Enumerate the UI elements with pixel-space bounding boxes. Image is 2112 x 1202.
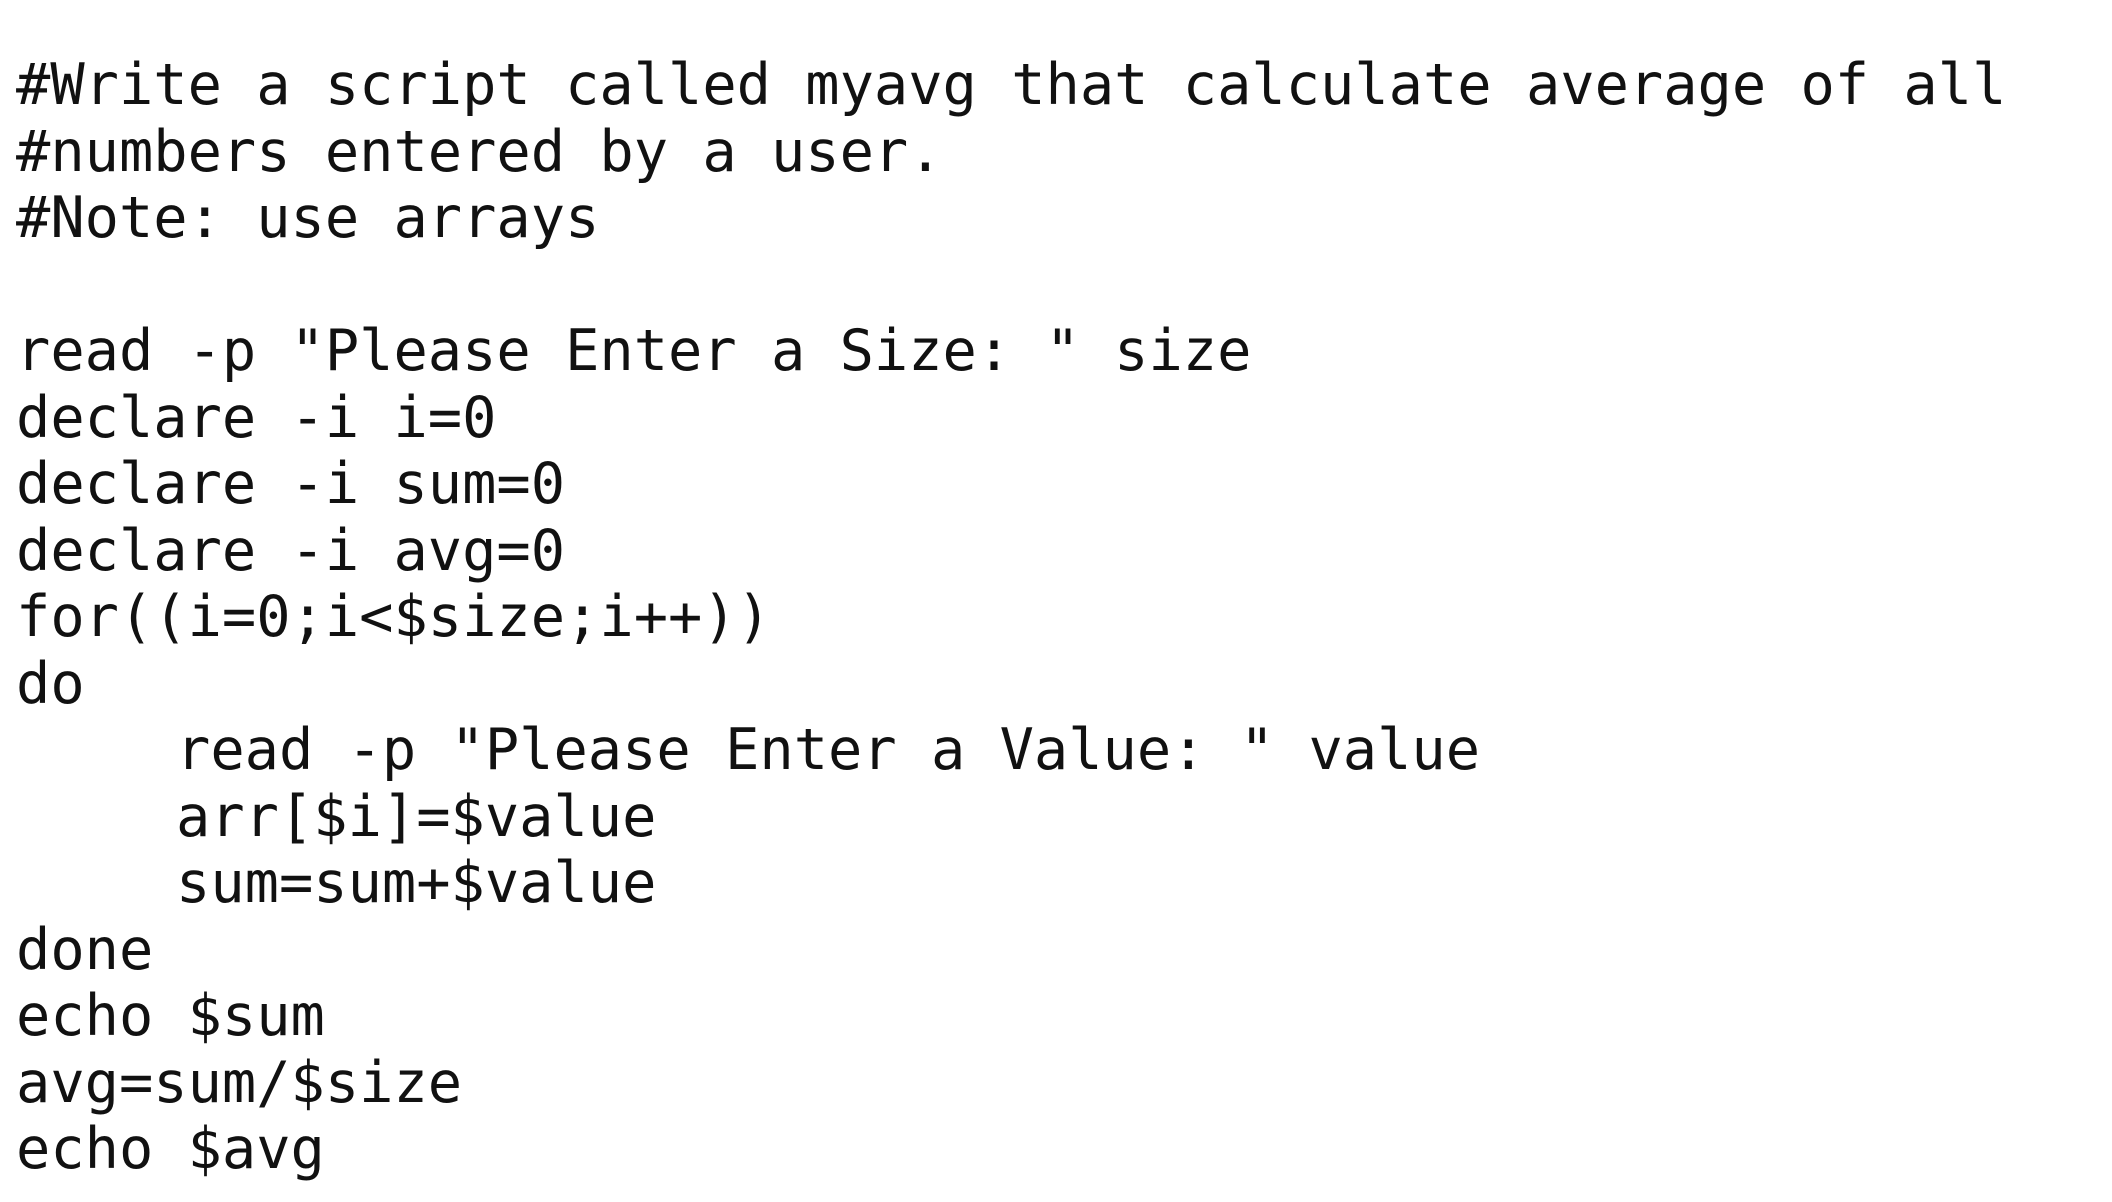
code-line: declare -i avg=0	[16, 517, 566, 584]
code-line: declare -i i=0	[16, 384, 497, 451]
code-line: read -p "Please Enter a Size: " size	[16, 318, 1252, 384]
code-line: for((i=0;i<$size;i++))	[16, 584, 771, 650]
code-line: done	[16, 916, 154, 983]
code-line: declare -i sum=0	[16, 451, 566, 517]
code-line: arr[$i]=$value	[176, 783, 657, 850]
code-listing: #Write a script called myavg that calcul…	[16, 52, 2006, 1183]
code-line: avg=sum/$size	[16, 1049, 463, 1116]
code-line: do	[16, 650, 85, 717]
code-line: echo $sum	[16, 983, 325, 1049]
code-line: read -p "Please Enter a Value: " value	[176, 717, 1481, 783]
code-line: echo $avg	[16, 1116, 325, 1182]
comment-line: #Note: use arrays	[16, 185, 600, 251]
comment-line: #Write a script called myavg that calcul…	[16, 52, 2007, 118]
code-line: sum=sum+$value	[176, 850, 657, 916]
comment-line: #numbers entered by a user.	[16, 118, 943, 185]
